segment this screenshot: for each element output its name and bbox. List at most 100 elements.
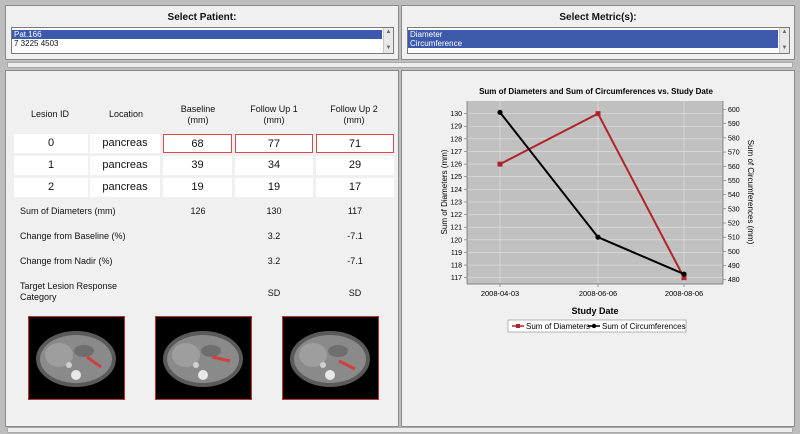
right-tick-label: 500: [728, 249, 740, 256]
cell-baseline[interactable]: 19: [163, 178, 232, 197]
cell-follow-up-2[interactable]: 29: [316, 156, 394, 175]
x-axis-ticks: 2008-04-03 2008-06-06 2008-08-06: [481, 284, 703, 298]
metric-selector-panel: Select Metric(s): Diameter Circumference…: [401, 5, 795, 60]
sum-of-diameters-label: Sum of Diameters (mm): [20, 206, 116, 216]
left-tick-label: 130: [450, 111, 462, 118]
left-tick-label: 117: [451, 275, 462, 282]
scroll-up-icon[interactable]: ▲: [384, 28, 393, 37]
left-axis-ticks: 117 118 119 120 121 122 123 124 125 126 127 128 129 1…: [450, 111, 467, 282]
left-tick-label: 120: [450, 237, 462, 244]
cell-location: pancreas: [90, 156, 160, 175]
plot-area: [467, 101, 723, 284]
cell-follow-up-1[interactable]: 77: [235, 134, 313, 153]
patient-selector-panel: Select Patient: Pat.166 7 3225 4503 ▲ ▼: [5, 5, 399, 60]
response-follow-up-1: SD: [267, 288, 281, 298]
header-follow-up-1: Follow Up 1 (mm): [250, 104, 298, 125]
splitter-bar[interactable]: [7, 62, 793, 68]
data-point-sum-of-circumferences: [497, 109, 503, 115]
right-tick-label: 570: [728, 150, 740, 157]
right-tick-label: 590: [728, 121, 740, 128]
change-baseline-follow-up-1: 3.2: [267, 231, 281, 241]
metric-list-item[interactable]: Circumference: [408, 39, 778, 48]
cell-baseline[interactable]: 39: [163, 156, 232, 175]
response-follow-up-2: SD: [348, 288, 362, 298]
patient-list-item[interactable]: 7 3225 4503: [12, 39, 393, 48]
left-tick-label: 127: [450, 149, 462, 156]
y-axis-right-label: Sum of Circumferences (mm): [746, 140, 755, 245]
cell-location: pancreas: [90, 178, 160, 197]
patient-selector-title: Select Patient:: [167, 12, 237, 23]
metric-listbox[interactable]: Diameter Circumference ▲ ▼: [407, 27, 790, 54]
right-tick-label: 540: [728, 192, 740, 199]
right-axis-ticks: 480 490 500 510 520 530 540 550 560 570 580 590 600: [723, 107, 740, 284]
legend-label-diameters: Sum of Diameters: [526, 322, 590, 331]
cell-location: pancreas: [90, 134, 160, 153]
data-point-sum-of-diameters: [497, 161, 503, 167]
scroll-up-icon[interactable]: ▲: [780, 28, 789, 37]
right-tick-label: 510: [728, 235, 740, 242]
cell-lesion-id: 0: [14, 134, 88, 153]
legend-label-circumferences: Sum of Circumferences: [602, 322, 686, 331]
change-from-baseline-label: Change from Baseline (%): [20, 231, 126, 241]
right-tick-label: 480: [728, 277, 740, 284]
patient-listbox[interactable]: Pat.166 7 3225 4503 ▲ ▼: [11, 27, 394, 54]
left-tick-label: 126: [450, 162, 462, 169]
header-lesion-id: Lesion ID: [30, 109, 70, 119]
right-tick-label: 580: [728, 135, 740, 142]
sum-follow-up-2-value: 117: [347, 206, 363, 216]
header-follow-up-2: Follow Up 2 (mm): [330, 104, 378, 125]
right-tick-label: 550: [728, 178, 740, 185]
x-axis-label: Study Date: [571, 306, 618, 316]
ct-scan-follow-up-1-image[interactable]: [155, 316, 252, 400]
header-baseline: Baseline (mm): [180, 104, 216, 125]
legend: Sum of Diameters Sum of Circumferences: [507, 319, 687, 333]
data-point-sum-of-diameters: [595, 111, 601, 117]
scroll-down-icon[interactable]: ▼: [384, 44, 393, 53]
metric-list-item[interactable]: Diameter: [408, 30, 778, 39]
metric-selector-title: Select Metric(s):: [559, 12, 637, 23]
right-tick-label: 520: [728, 221, 740, 228]
cell-follow-up-1[interactable]: 19: [235, 178, 313, 197]
right-tick-label: 490: [728, 263, 740, 270]
cell-follow-up-2[interactable]: 71: [316, 134, 394, 153]
change-nadir-follow-up-1: 3.2: [267, 256, 281, 266]
header-location: Location: [108, 109, 144, 119]
sum-baseline-value: 126: [190, 206, 206, 216]
cell-follow-up-2[interactable]: 17: [316, 178, 394, 197]
change-baseline-follow-up-2: -7.1: [347, 231, 363, 241]
chart-panel: Sum of Diameters and Sum of Circumferenc…: [401, 70, 795, 427]
results-panel: Lesion ID Location Baseline (mm) Follow …: [5, 70, 399, 427]
legend-marker-diameters: [516, 324, 520, 328]
response-category-label: Target Lesion Response Category: [20, 281, 118, 302]
metric-scrollbar[interactable]: ▲ ▼: [779, 28, 789, 53]
left-tick-label: 128: [450, 136, 462, 143]
patient-list-item[interactable]: Pat.166: [12, 30, 382, 39]
x-tick-label: 2008-04-03: [481, 289, 519, 298]
x-tick-label: 2008-08-06: [665, 289, 703, 298]
cell-baseline[interactable]: 68: [163, 134, 232, 153]
cell-lesion-id: 2: [14, 178, 88, 197]
left-tick-label: 122: [450, 212, 462, 219]
left-tick-label: 129: [450, 124, 462, 131]
right-tick-label: 560: [728, 164, 740, 171]
left-tick-label: 121: [450, 225, 462, 232]
left-tick-label: 123: [450, 199, 462, 206]
splitter-bar[interactable]: [7, 427, 793, 433]
line-chart: Sum of Diameters and Sum of Circumferenc…: [440, 87, 755, 333]
sum-follow-up-1-value: 130: [266, 206, 282, 216]
left-tick-label: 119: [451, 250, 462, 257]
left-tick-label: 118: [451, 263, 462, 270]
scroll-down-icon[interactable]: ▼: [780, 44, 789, 53]
ct-scan-baseline-image[interactable]: [28, 316, 125, 400]
change-nadir-follow-up-2: -7.1: [347, 256, 363, 266]
patient-scrollbar[interactable]: ▲ ▼: [383, 28, 393, 53]
chart-title: Sum of Diameters and Sum of Circumferenc…: [479, 87, 713, 96]
cell-follow-up-1[interactable]: 34: [235, 156, 313, 175]
y-axis-left-label: Sum of Diameters (mm): [440, 149, 449, 234]
data-point-sum-of-circumferences: [595, 234, 601, 240]
left-tick-label: 124: [450, 187, 462, 194]
x-tick-label: 2008-06-06: [579, 289, 617, 298]
cell-lesion-id: 1: [14, 156, 88, 175]
ct-scan-follow-up-2-image[interactable]: [282, 316, 379, 400]
right-tick-label: 600: [728, 107, 740, 114]
